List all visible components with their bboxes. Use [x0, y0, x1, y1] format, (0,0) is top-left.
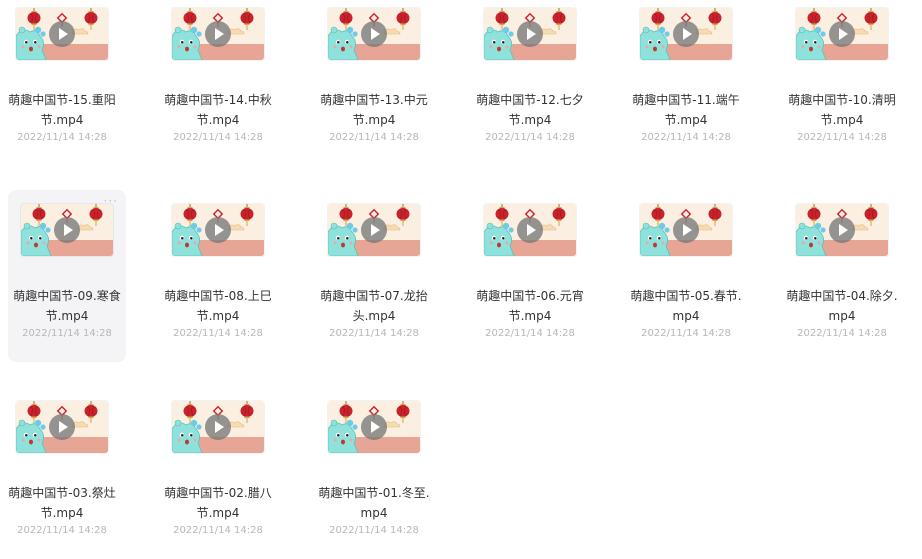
file-name[interactable]: 萌趣中国节-03.祭灶节.mp4	[6, 483, 118, 523]
play-icon[interactable]	[829, 21, 855, 47]
file-name[interactable]: 萌趣中国节-14.中秋节.mp4	[162, 90, 274, 130]
file-tile[interactable]: 萌趣中国节-13.中元节.mp4 2022/11/14 14:28	[315, 0, 433, 166]
play-icon[interactable]	[361, 217, 387, 243]
video-thumbnail[interactable]	[640, 204, 732, 256]
file-date: 2022/11/14 14:28	[641, 132, 731, 143]
video-thumbnail[interactable]	[172, 8, 264, 60]
file-name[interactable]: 萌趣中国节-06.元宵节.mp4	[474, 286, 586, 326]
file-name[interactable]: 萌趣中国节-15.重阳节.mp4	[6, 90, 118, 130]
file-name[interactable]: 萌趣中国节-12.七夕节.mp4	[474, 90, 586, 130]
file-tile[interactable]: 萌趣中国节-05.春节.mp4 2022/11/14 14:28	[627, 190, 745, 362]
file-tile[interactable]: 萌趣中国节-08.上巳节.mp4 2022/11/14 14:28	[159, 190, 277, 362]
file-tile[interactable]: 萌趣中国节-15.重阳节.mp4 2022/11/14 14:28	[3, 0, 121, 166]
video-thumbnail[interactable]	[16, 401, 108, 453]
file-date: 2022/11/14 14:28	[329, 525, 419, 536]
file-name[interactable]: 萌趣中国节-11.端午节.mp4	[630, 90, 742, 130]
file-tile[interactable]: 萌趣中国节-02.腊八节.mp4 2022/11/14 14:28	[159, 387, 277, 559]
file-tile[interactable]: 萌趣中国节-03.祭灶节.mp4 2022/11/14 14:28	[3, 387, 121, 559]
video-thumbnail[interactable]	[328, 8, 420, 60]
file-date: 2022/11/14 14:28	[329, 328, 419, 339]
file-tile[interactable]: 萌趣中国节-12.七夕节.mp4 2022/11/14 14:28	[471, 0, 589, 166]
file-date: 2022/11/14 14:28	[797, 132, 887, 143]
play-icon[interactable]	[673, 21, 699, 47]
video-thumbnail[interactable]	[640, 8, 732, 60]
file-tile[interactable]: 萌趣中国节-06.元宵节.mp4 2022/11/14 14:28	[471, 190, 589, 362]
play-icon[interactable]	[517, 21, 543, 47]
file-date: 2022/11/14 14:28	[485, 328, 575, 339]
file-name[interactable]: 萌趣中国节-09.寒食节.mp4	[11, 286, 123, 326]
file-date: 2022/11/14 14:28	[797, 328, 887, 339]
video-thumbnail[interactable]	[21, 204, 113, 256]
file-date: 2022/11/14 14:28	[22, 328, 112, 339]
file-name[interactable]: 萌趣中国节-04.除夕.mp4	[786, 286, 898, 326]
file-tile[interactable]: 萌趣中国节-04.除夕.mp4 2022/11/14 14:28	[783, 190, 901, 362]
file-name[interactable]: 萌趣中国节-01.冬至.mp4	[318, 483, 430, 523]
file-name[interactable]: 萌趣中国节-08.上巳节.mp4	[162, 286, 274, 326]
play-icon[interactable]	[205, 21, 231, 47]
file-date: 2022/11/14 14:28	[17, 525, 107, 536]
video-thumbnail[interactable]	[328, 204, 420, 256]
play-icon[interactable]	[205, 217, 231, 243]
file-date: 2022/11/14 14:28	[173, 328, 263, 339]
video-thumbnail[interactable]	[484, 8, 576, 60]
video-thumbnail[interactable]	[328, 401, 420, 453]
file-tile[interactable]: 萌趣中国节-07.龙抬头.mp4 2022/11/14 14:28	[315, 190, 433, 362]
video-thumbnail[interactable]	[484, 204, 576, 256]
file-tile[interactable]: 萌趣中国节-10.清明节.mp4 2022/11/14 14:28	[783, 0, 901, 166]
file-name[interactable]: 萌趣中国节-13.中元节.mp4	[318, 90, 430, 130]
file-tile[interactable]: 萌趣中国节-11.端午节.mp4 2022/11/14 14:28	[627, 0, 745, 166]
video-thumbnail[interactable]	[796, 8, 888, 60]
file-date: 2022/11/14 14:28	[173, 132, 263, 143]
file-date: 2022/11/14 14:28	[641, 328, 731, 339]
play-icon[interactable]	[54, 217, 80, 243]
play-icon[interactable]	[361, 21, 387, 47]
file-date: 2022/11/14 14:28	[485, 132, 575, 143]
file-date: 2022/11/14 14:28	[329, 132, 419, 143]
play-icon[interactable]	[673, 217, 699, 243]
file-tile-hovered[interactable]: ··· 萌趣中国节-09.寒食节.mp4 2022/11/14 14:28	[8, 190, 126, 362]
file-name[interactable]: 萌趣中国节-02.腊八节.mp4	[162, 483, 274, 523]
file-tile[interactable]: 萌趣中国节-01.冬至.mp4 2022/11/14 14:28	[315, 387, 433, 559]
file-date: 2022/11/14 14:28	[17, 132, 107, 143]
file-tile[interactable]: 萌趣中国节-14.中秋节.mp4 2022/11/14 14:28	[159, 0, 277, 166]
play-icon[interactable]	[49, 414, 75, 440]
file-name[interactable]: 萌趣中国节-05.春节.mp4	[630, 286, 742, 326]
play-icon[interactable]	[517, 217, 543, 243]
play-icon[interactable]	[829, 217, 855, 243]
video-thumbnail[interactable]	[796, 204, 888, 256]
play-icon[interactable]	[49, 21, 75, 47]
play-icon[interactable]	[361, 414, 387, 440]
play-icon[interactable]	[205, 414, 231, 440]
video-thumbnail[interactable]	[172, 401, 264, 453]
video-thumbnail[interactable]	[172, 204, 264, 256]
file-date: 2022/11/14 14:28	[173, 525, 263, 536]
file-name[interactable]: 萌趣中国节-10.清明节.mp4	[786, 90, 898, 130]
file-grid: 萌趣中国节-15.重阳节.mp4 2022/11/14 14:28 萌趣中国节-…	[0, 0, 922, 548]
video-thumbnail[interactable]	[16, 8, 108, 60]
file-name[interactable]: 萌趣中国节-07.龙抬头.mp4	[318, 286, 430, 326]
